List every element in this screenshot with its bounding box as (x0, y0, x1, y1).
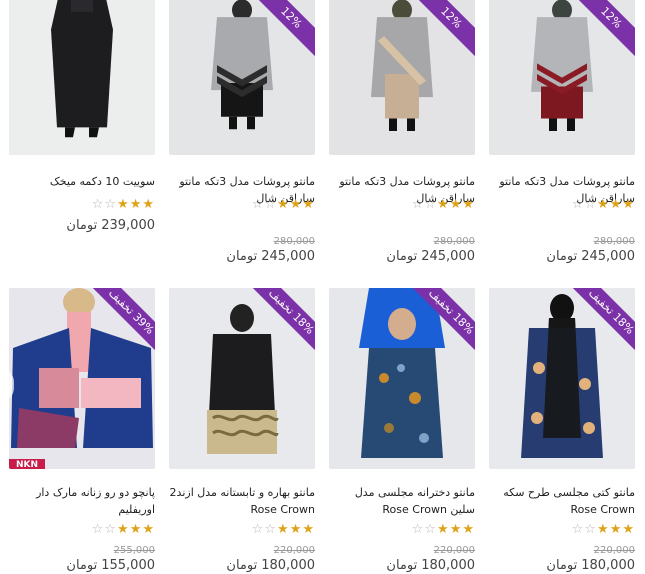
rating-stars: ★★★☆☆ (412, 523, 475, 537)
star-icon: ★ (597, 522, 610, 537)
star-icon: ★ (277, 522, 290, 537)
product-title[interactable]: مانتو دخترانه مجلسی مدل سلین Rose Crown (329, 484, 475, 518)
brand-tag: NKN (9, 459, 45, 469)
old-price: 220,000 (593, 545, 635, 556)
star-icon: ★ (609, 522, 623, 537)
star-icon: ☆ (104, 522, 118, 537)
old-price: 255,000 (113, 545, 155, 556)
star-icon: ☆ (584, 522, 598, 537)
star-icon: ★ (622, 522, 635, 537)
product-image[interactable]: 18% تخفیف (329, 288, 475, 469)
star-icon: ★ (302, 522, 315, 537)
product-card[interactable]: 39% تخفیف NKN پانچو دو رو زنانه مارک دار ا… (9, 0, 155, 574)
product-title[interactable]: مانتو کتی مجلسی طرح سکه Rose Crown (489, 484, 635, 518)
product-title[interactable]: پانچو دو رو زنانه مارک دار اوریفلیم (9, 484, 155, 518)
star-icon: ★ (117, 522, 130, 537)
star-icon: ☆ (411, 522, 425, 537)
product-image[interactable]: 18% تخفیف (489, 288, 635, 469)
old-price: 220,000 (273, 545, 315, 556)
rating-stars: ★★★☆☆ (92, 523, 155, 537)
current-price: 180,000تومان (386, 558, 475, 574)
star-icon: ★ (462, 522, 475, 537)
star-icon: ☆ (424, 522, 438, 537)
rating-stars: ★★★☆☆ (252, 523, 315, 537)
star-icon: ☆ (264, 522, 278, 537)
product-grid: سوییت 10 دکمه میخک ★★★☆☆ 239,000تومان 12% ما… (0, 0, 645, 574)
product-card[interactable]: 18% تخفیف مانتو دخترانه مجلسی مدل سلین Ro… (329, 0, 475, 574)
star-icon: ☆ (251, 522, 265, 537)
star-icon: ★ (449, 522, 463, 537)
current-price: 155,000تومان (66, 558, 155, 574)
star-icon: ★ (129, 522, 143, 537)
product-image[interactable]: 39% تخفیف NKN (9, 288, 155, 469)
current-price: 180,000تومان (546, 558, 635, 574)
star-icon: ★ (289, 522, 303, 537)
product-card[interactable]: 18% تخفیف مانتو کتی مجلسی طرح سکه Rose Cr… (489, 0, 635, 574)
current-price: 180,000تومان (226, 558, 315, 574)
star-icon: ☆ (91, 522, 105, 537)
star-icon: ☆ (571, 522, 585, 537)
product-card[interactable]: 18% تخفیف مانتو بهاره و تابستانه مدل ازند… (169, 0, 315, 574)
product-image[interactable]: 18% تخفیف (169, 288, 315, 469)
product-title[interactable]: مانتو بهاره و تابستانه مدل ازند2 Rose Cr… (169, 484, 315, 518)
star-icon: ★ (142, 522, 155, 537)
star-icon: ★ (437, 522, 450, 537)
old-price: 220,000 (433, 545, 475, 556)
rating-stars: ★★★☆☆ (572, 523, 635, 537)
